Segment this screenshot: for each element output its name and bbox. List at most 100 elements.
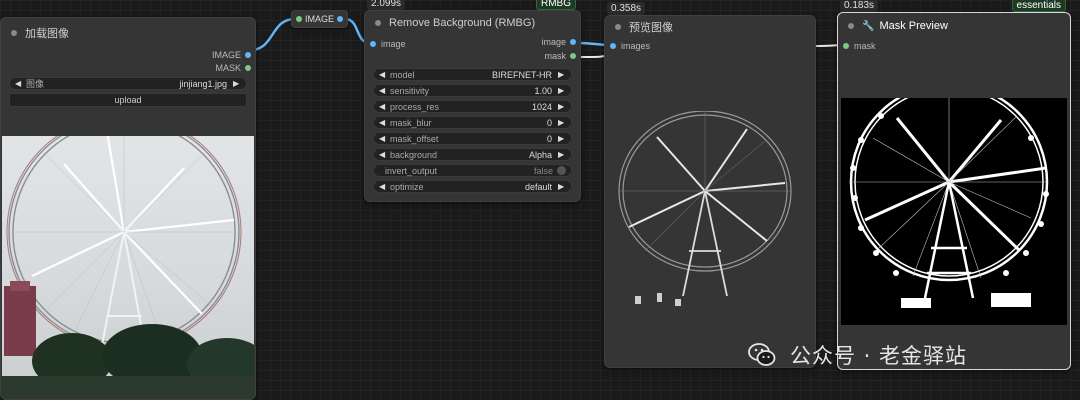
- node-source-tag: RMBG: [536, 0, 576, 10]
- widget-label: process_res: [390, 101, 440, 112]
- arrow-right-icon[interactable]: ▶: [558, 102, 566, 111]
- node-title-bar[interactable]: Remove Background (RMBG): [365, 11, 580, 35]
- reroute-input-port-icon[interactable]: [296, 16, 302, 22]
- transparent-wheel-image: [618, 111, 792, 306]
- output-label: image: [541, 37, 566, 47]
- image-port-icon[interactable]: [610, 43, 616, 49]
- image-select-widget[interactable]: ◀ 图像 jinjiang1.jpg ▶: [9, 77, 247, 90]
- wrench-icon: 🔧: [862, 20, 875, 32]
- ferris-wheel-photo: [2, 136, 254, 398]
- widget-value: 1.00: [534, 85, 552, 96]
- arrow-right-icon[interactable]: ▶: [558, 86, 566, 95]
- load-node-title: 加载图像: [25, 28, 69, 40]
- rmbg-node[interactable]: 2.099s RMBG Remove Background (RMBG) ima…: [364, 0, 581, 202]
- mask-preview-node[interactable]: 0.183s essentials 🔧 Mask Preview mask: [837, 0, 1071, 370]
- widget-label: sensitivity: [390, 85, 430, 96]
- widget-label: mask_blur: [390, 117, 432, 128]
- arrow-left-icon[interactable]: ◀: [379, 182, 387, 191]
- execution-time-badge: 0.183s: [840, 0, 879, 12]
- output-slot-mask[interactable]: MASK: [1, 61, 255, 74]
- output-slot-image[interactable]: IMAGE: [1, 48, 255, 61]
- preview-image-node[interactable]: 0.358s 预览图像 images: [604, 2, 816, 368]
- widget-process-res[interactable]: ◀ process_res 1024 ▶: [373, 100, 572, 113]
- widget-label: optimize: [390, 181, 424, 192]
- node-title-bar[interactable]: 预览图像: [605, 16, 815, 38]
- mask-port-icon[interactable]: [245, 64, 251, 71]
- widget-value: 1024: [531, 101, 552, 112]
- output-label: IMAGE: [211, 49, 241, 60]
- widget-invert-output-toggle[interactable]: invert_output false: [373, 164, 572, 177]
- arrow-right-icon[interactable]: ▶: [558, 134, 566, 143]
- upload-button[interactable]: upload: [9, 93, 247, 107]
- widget-model[interactable]: ◀ model BIREFNET-HR ▶: [373, 68, 572, 81]
- widget-mask-offset[interactable]: ◀ mask_offset 0 ▶: [373, 132, 572, 145]
- execution-time-badge: 2.099s: [367, 0, 406, 10]
- output-label: mask: [544, 51, 566, 61]
- reroute-output-port-icon[interactable]: [337, 16, 343, 22]
- mask-port-icon[interactable]: [570, 53, 576, 59]
- input-image-preview: [2, 136, 254, 398]
- arrow-left-icon[interactable]: ◀: [379, 150, 387, 159]
- execution-time-badge: 0.358s: [607, 2, 646, 15]
- widget-label: invert_output: [385, 165, 438, 176]
- arrow-left-icon[interactable]: ◀: [379, 134, 387, 143]
- input-label: mask: [854, 41, 876, 51]
- widget-value: 0: [546, 133, 552, 144]
- watermark-text: 公众号 · 老金驿站: [790, 344, 968, 368]
- widget-label: 图像: [26, 79, 45, 89]
- mask-node-title: Mask Preview: [879, 20, 948, 32]
- arrow-right-icon[interactable]: ▶: [233, 79, 241, 88]
- load-image-node[interactable]: 加载图像 IMAGE MASK ◀ 图像 jinjiang1.jpg ▶ upl…: [0, 17, 256, 400]
- rmbg-node-title: Remove Background (RMBG): [389, 17, 536, 29]
- node-title-bar[interactable]: 🔧 Mask Preview: [838, 13, 1070, 39]
- node-title-bar[interactable]: 加载图像: [1, 18, 255, 48]
- wechat-icon: [748, 343, 776, 366]
- mask-port-icon[interactable]: [843, 43, 849, 49]
- watermark: 公众号 · 老金驿站: [748, 340, 967, 370]
- arrow-right-icon[interactable]: ▶: [558, 118, 566, 127]
- preview-node-title: 预览图像: [629, 22, 673, 34]
- output-label: MASK: [215, 62, 241, 73]
- collapse-dot-icon[interactable]: [11, 30, 17, 36]
- input-slot-mask[interactable]: mask: [838, 39, 1070, 53]
- wire-load-to-reroute: [249, 17, 296, 52]
- mask-wheel-image: [849, 98, 1049, 308]
- node-source-tag: essentials: [1011, 0, 1066, 12]
- mask-result-preview: [841, 98, 1067, 325]
- image-port-icon[interactable]: [570, 39, 576, 45]
- widget-label: model: [390, 69, 415, 80]
- output-slot-mask[interactable]: mask: [365, 49, 580, 63]
- widget-value: BIREFNET-HR: [491, 69, 552, 80]
- arrow-right-icon[interactable]: ▶: [558, 182, 566, 191]
- collapse-dot-icon[interactable]: [848, 23, 854, 29]
- reroute-label: IMAGE: [304, 14, 334, 24]
- widget-value: default: [524, 181, 552, 192]
- arrow-left-icon[interactable]: ◀: [15, 79, 23, 88]
- widget-label: mask_offset: [390, 133, 439, 144]
- image-port-icon[interactable]: [245, 51, 251, 58]
- toggle-switch-icon[interactable]: [557, 166, 566, 175]
- arrow-right-icon[interactable]: ▶: [558, 70, 566, 79]
- collapse-dot-icon[interactable]: [375, 20, 381, 26]
- rmbg-result-preview: [605, 111, 815, 311]
- widget-background[interactable]: ◀ background Alpha ▶: [373, 148, 572, 161]
- widget-label: background: [390, 149, 438, 160]
- input-label: images: [621, 41, 651, 51]
- input-slot-images[interactable]: images: [605, 38, 815, 54]
- widget-value: jinjiang1.jpg: [179, 78, 227, 89]
- reroute-node[interactable]: IMAGE: [291, 10, 348, 28]
- widget-value: 0: [546, 117, 552, 128]
- image-port-icon[interactable]: [370, 41, 376, 47]
- widget-value: false: [533, 165, 553, 176]
- widget-mask-blur[interactable]: ◀ mask_blur 0 ▶: [373, 116, 572, 129]
- arrow-right-icon[interactable]: ▶: [558, 150, 566, 159]
- arrow-left-icon[interactable]: ◀: [379, 102, 387, 111]
- widget-value: Alpha: [528, 149, 552, 160]
- collapse-dot-icon[interactable]: [615, 24, 621, 30]
- widget-optimize[interactable]: ◀ optimize default ▶: [373, 180, 572, 193]
- widget-sensitivity[interactable]: ◀ sensitivity 1.00 ▶: [373, 84, 572, 97]
- input-label: image: [381, 39, 406, 49]
- arrow-left-icon[interactable]: ◀: [379, 70, 387, 79]
- arrow-left-icon[interactable]: ◀: [379, 86, 387, 95]
- arrow-left-icon[interactable]: ◀: [379, 118, 387, 127]
